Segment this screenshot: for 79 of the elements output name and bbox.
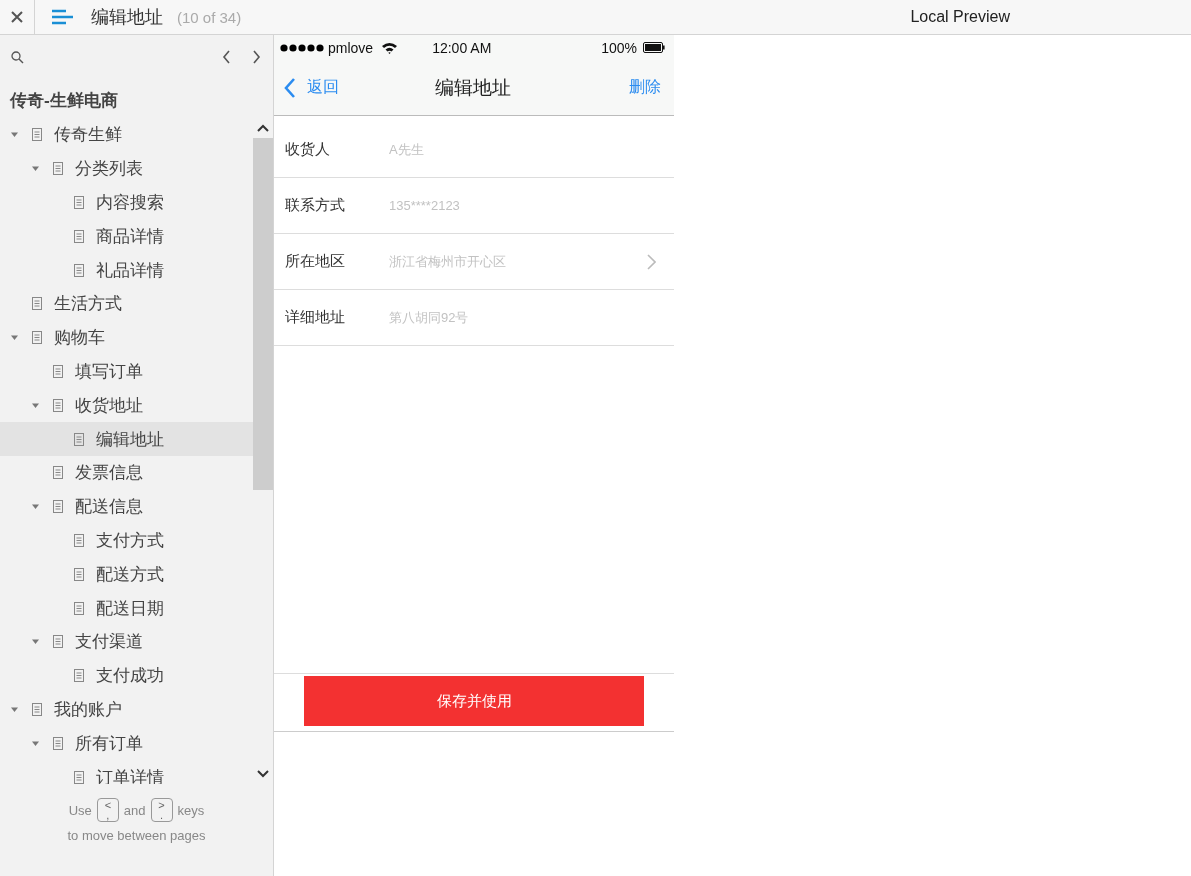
tree-item[interactable]: 配送信息 bbox=[0, 489, 253, 524]
page-icon bbox=[74, 669, 84, 683]
page-icon bbox=[32, 128, 42, 142]
hint-text: keys bbox=[177, 802, 205, 818]
menu-icon[interactable] bbox=[52, 9, 74, 25]
page-icon bbox=[74, 196, 84, 209]
page-icon bbox=[53, 736, 63, 750]
page-icon bbox=[74, 229, 84, 243]
hint-text: to move between pages bbox=[66, 828, 207, 843]
page-icon bbox=[53, 364, 63, 378]
field-label: 详细地址 bbox=[285, 308, 346, 327]
page-icon bbox=[53, 398, 63, 412]
tree-item[interactable]: 分类列表 bbox=[0, 151, 253, 186]
hint-text: and bbox=[123, 802, 146, 818]
close-icon bbox=[11, 11, 23, 23]
screen-title: 编辑地址 bbox=[434, 75, 511, 100]
tree-item[interactable]: 购物车 bbox=[0, 320, 253, 355]
page-icon bbox=[74, 533, 84, 547]
next-page-icon[interactable] bbox=[252, 50, 261, 64]
page-icon bbox=[74, 432, 84, 446]
page-count: (10 of 34) bbox=[177, 8, 242, 26]
tree-item[interactable]: 传奇生鲜 bbox=[0, 118, 253, 152]
page-title: 编辑地址 bbox=[91, 6, 163, 29]
page-icon bbox=[74, 263, 84, 277]
input-field[interactable]: 135****2123 bbox=[389, 198, 656, 213]
tree-item[interactable]: 支付方式 bbox=[0, 523, 253, 558]
caret-down-icon[interactable] bbox=[31, 637, 40, 647]
scrollbar-thumb[interactable] bbox=[253, 138, 273, 490]
tree-item[interactable]: 支付成功 bbox=[0, 658, 253, 693]
input-field[interactable]: A先生 bbox=[389, 142, 656, 157]
page-icon bbox=[53, 162, 63, 176]
previous-page-icon[interactable] bbox=[222, 50, 231, 64]
tree-item[interactable]: 商品详情 bbox=[0, 219, 253, 254]
page-icon bbox=[32, 702, 42, 716]
tree-item[interactable]: 支付渠道 bbox=[0, 624, 253, 659]
wifi-icon bbox=[381, 41, 399, 54]
tree-item[interactable]: 我的账户 bbox=[0, 692, 253, 727]
tree-item[interactable]: 礼品详情 bbox=[0, 253, 253, 287]
search-icon[interactable] bbox=[11, 50, 24, 64]
preview-label: Local Preview bbox=[910, 8, 1010, 26]
page-icon bbox=[32, 331, 42, 345]
signal-dots-icon bbox=[280, 43, 324, 52]
project-title: 传奇-生鲜电商 bbox=[9, 90, 119, 112]
page-icon bbox=[53, 500, 63, 514]
keyboard-key: < , bbox=[96, 798, 119, 822]
region-field[interactable]: 浙江省梅州市开心区 bbox=[389, 254, 639, 269]
tree-item[interactable]: 生活方式 bbox=[0, 287, 253, 321]
chevron-left-icon bbox=[284, 77, 296, 98]
keyboard-key: > . bbox=[150, 798, 173, 822]
caret-down-icon[interactable] bbox=[10, 130, 19, 140]
tree-item[interactable]: 填写订单 bbox=[0, 354, 253, 389]
page-icon bbox=[32, 297, 42, 311]
save-button[interactable]: 保存并使用 bbox=[304, 676, 644, 726]
field-label: 所在地区 bbox=[285, 252, 346, 271]
scroll-up-icon[interactable] bbox=[257, 124, 269, 132]
tree-item[interactable]: 内容搜索 bbox=[0, 185, 253, 220]
tree-item[interactable]: 发票信息 bbox=[0, 455, 253, 490]
carrier-name: pmlove bbox=[328, 39, 374, 56]
caret-down-icon[interactable] bbox=[31, 164, 40, 174]
battery-icon bbox=[643, 42, 665, 53]
caret-down-icon[interactable] bbox=[10, 333, 19, 343]
page-icon bbox=[74, 770, 84, 784]
battery-percent: 100% bbox=[601, 39, 637, 56]
tree-item[interactable]: 收货地址 bbox=[0, 388, 253, 423]
page-icon bbox=[53, 635, 63, 649]
tree-item[interactable]: 配送日期 bbox=[0, 591, 253, 625]
tree-item[interactable]: 编辑地址 bbox=[0, 422, 253, 456]
scroll-down-icon[interactable] bbox=[257, 770, 269, 778]
tree-item[interactable]: 订单详情 bbox=[0, 760, 253, 784]
field-label: 联系方式 bbox=[285, 196, 346, 215]
field-label: 收货人 bbox=[285, 140, 331, 159]
page-icon bbox=[53, 466, 63, 480]
page-icon bbox=[74, 601, 84, 615]
tree-item[interactable]: 所有订单 bbox=[0, 726, 253, 761]
status-time: 12:00 AM bbox=[432, 39, 492, 56]
hint-text: Use bbox=[68, 802, 92, 818]
tree-item[interactable]: 配送方式 bbox=[0, 557, 253, 592]
caret-down-icon[interactable] bbox=[31, 502, 40, 512]
page-icon bbox=[74, 567, 84, 581]
